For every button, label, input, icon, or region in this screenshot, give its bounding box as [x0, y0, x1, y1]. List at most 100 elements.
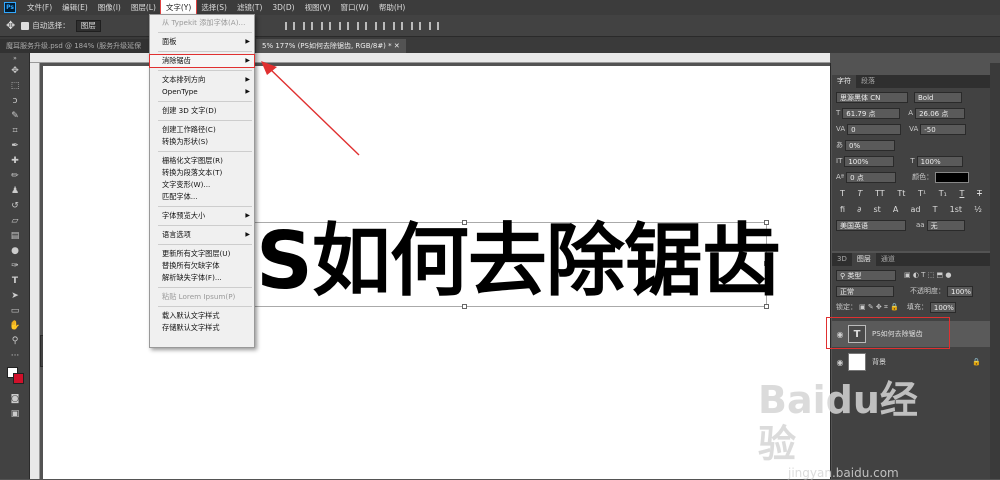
font-size-field[interactable]: 61.79 点 [842, 107, 901, 119]
menu-item[interactable]: 替换所有欠缺字体 [150, 260, 254, 272]
menu-item[interactable]: 面板 ▶ [150, 36, 254, 48]
tab-character[interactable]: 字符 [832, 75, 856, 88]
distribute-bottom-icon[interactable] [429, 21, 440, 30]
menu-select[interactable]: 选择(S) [196, 0, 232, 15]
menu-item[interactable]: 创建工作路径(C) [150, 124, 254, 136]
superscript-button[interactable]: T¹ [918, 189, 926, 198]
lock-icons[interactable]: ▣ ✎ ✥ ⌗ 🔒 [859, 303, 899, 312]
tab-document-2[interactable]: 5% 177% (PS如何去除锯齿, RGB/8#) * ✕ [256, 39, 406, 53]
autoselect-checkbox[interactable] [21, 21, 30, 30]
shape-tool-icon[interactable]: ▭ [0, 303, 30, 318]
more-tools-icon[interactable]: ··· [0, 348, 30, 363]
stamp-tool-icon[interactable]: ♟ [0, 183, 30, 198]
healing-tool-icon[interactable]: ✚ [0, 153, 30, 168]
tab-paragraph[interactable]: 段落 [856, 75, 880, 88]
menu-item[interactable]: 字体预览大小 ▶ [150, 210, 254, 222]
menu-item[interactable]: 语言选项 ▶ [150, 229, 254, 241]
gradient-tool-icon[interactable]: ▤ [0, 228, 30, 243]
kerning-field[interactable]: 0 [847, 123, 902, 135]
menu-item[interactable]: 转换为形状(S) [150, 136, 254, 148]
color-swatches[interactable] [0, 363, 30, 391]
tab-channels[interactable]: 通道 [876, 253, 900, 266]
tsume-field[interactable]: 0% [845, 139, 895, 151]
font-style-select[interactable]: Bold [914, 91, 962, 103]
layer-row[interactable]: ◉ 背景 🔒 [832, 349, 990, 375]
menu-view[interactable]: 视图(V) [300, 0, 336, 15]
titling-button[interactable]: A [893, 205, 898, 214]
brush-tool-icon[interactable]: ✏ [0, 168, 30, 183]
path-select-tool-icon[interactable]: ➤ [0, 288, 30, 303]
history-brush-tool-icon[interactable]: ↺ [0, 198, 30, 213]
layer-name[interactable]: 背景 [872, 357, 972, 367]
dodge-tool-icon[interactable]: ● [0, 243, 30, 258]
language-select[interactable]: 美国英语 [836, 219, 906, 231]
menu-item[interactable]: 从 Typekit 添加字体(A)... [150, 17, 254, 29]
menu-item[interactable]: 创建 3D 文字(D) [150, 105, 254, 117]
text-color-swatch[interactable] [935, 171, 970, 183]
zoom-tool-icon[interactable]: ⚲ [0, 333, 30, 348]
subscript-button[interactable]: T₁ [939, 189, 947, 198]
filter-icons[interactable]: ▣ ◐ T ⬚ ⬒ ● [904, 271, 951, 279]
lasso-tool-icon[interactable]: ↄ [0, 93, 30, 108]
canvas-text-layer[interactable]: S如何去除锯齿 [256, 216, 781, 306]
hand-tool-icon[interactable]: ✋ [0, 318, 30, 333]
layer-filter-select[interactable]: ⚲ 类型 [836, 269, 896, 281]
fill-field[interactable]: 100% [929, 301, 956, 313]
screen-mode-icon[interactable]: ▣ [0, 406, 30, 421]
quick-mask-icon[interactable]: ◙ [0, 391, 30, 406]
menu-item[interactable]: 匹配字体... [150, 191, 254, 203]
collapse-icon[interactable]: » [0, 53, 30, 63]
move-tool-icon[interactable]: ✥ [0, 63, 30, 78]
autoselect-option[interactable]: 自动选择： [21, 20, 70, 31]
stylistic-button[interactable]: st [873, 205, 880, 214]
align-right-icon[interactable] [375, 21, 386, 30]
tracking-field[interactable]: -50 [920, 123, 967, 135]
menu-item[interactable]: 文字变形(W)... [150, 179, 254, 191]
align-center-icon[interactable] [357, 21, 368, 30]
menu-item[interactable]: 解析缺失字体(F)... [150, 272, 254, 284]
menu-type[interactable]: 文字(Y) [159, 0, 198, 16]
blend-mode-select[interactable]: 正常 [836, 285, 894, 297]
menu-edit[interactable]: 编辑(E) [57, 0, 93, 15]
contextual-button[interactable]: ad [910, 205, 920, 214]
fraction-button[interactable]: 1st [950, 205, 962, 214]
menu-item[interactable]: 消除锯齿 ▶ [149, 54, 255, 68]
menu-3d[interactable]: 3D(D) [267, 0, 299, 15]
menu-filter[interactable]: 滤镜(T) [232, 0, 267, 15]
half-button[interactable]: ½ [974, 205, 982, 214]
tab-document-1[interactable]: 魔耳服务升级.psd @ 184% (服务升级延保 [0, 39, 150, 53]
menu-layer[interactable]: 图层(L) [126, 0, 161, 15]
opacity-field[interactable]: 100% [947, 285, 973, 297]
distribute-center-icon[interactable] [411, 21, 422, 30]
pen-tool-icon[interactable]: ✑ [0, 258, 30, 273]
align-bottom-icon[interactable] [321, 21, 332, 30]
horizontal-scale-field[interactable]: 100% [916, 155, 963, 167]
menu-item[interactable]: 栅格化文字图层(R) [150, 155, 254, 167]
swash-button[interactable]: ∂ [857, 205, 861, 214]
quick-select-tool-icon[interactable]: ✎ [0, 108, 30, 123]
vertical-scale-field[interactable]: 100% [844, 155, 895, 167]
strikethrough-button[interactable]: T [977, 189, 982, 198]
align-top-icon[interactable] [285, 21, 296, 30]
menu-item[interactable]: OpenType ▶ [150, 86, 254, 98]
smallcaps-button[interactable]: Tt [897, 189, 905, 198]
align-left-icon[interactable] [339, 21, 350, 30]
marquee-tool-icon[interactable]: ⬚ [0, 78, 30, 93]
menu-image[interactable]: 图像(I) [93, 0, 126, 15]
type-tool-icon[interactable]: T [0, 273, 30, 288]
menu-window[interactable]: 窗口(W) [336, 0, 374, 15]
menu-help[interactable]: 帮助(H) [374, 0, 411, 15]
tab-3d[interactable]: 3D [832, 253, 852, 266]
allcaps-button[interactable]: TT [875, 189, 885, 198]
baseline-field[interactable]: 0 点 [846, 171, 897, 183]
distribute-top-icon[interactable] [393, 21, 404, 30]
ligature-button[interactable]: fi [840, 205, 845, 214]
underline-button[interactable]: T [959, 189, 964, 198]
font-family-select[interactable]: 思源黑体 CN [836, 91, 908, 103]
background-color[interactable] [13, 373, 24, 384]
menu-item[interactable]: 更新所有文字图层(U) [150, 248, 254, 260]
menu-item[interactable]: 转换为段落文本(T) [150, 167, 254, 179]
eyedropper-tool-icon[interactable]: ✒ [0, 138, 30, 153]
antialias-select[interactable]: 无 [926, 219, 965, 231]
autoselect-dropdown[interactable]: 图层 [75, 19, 101, 32]
